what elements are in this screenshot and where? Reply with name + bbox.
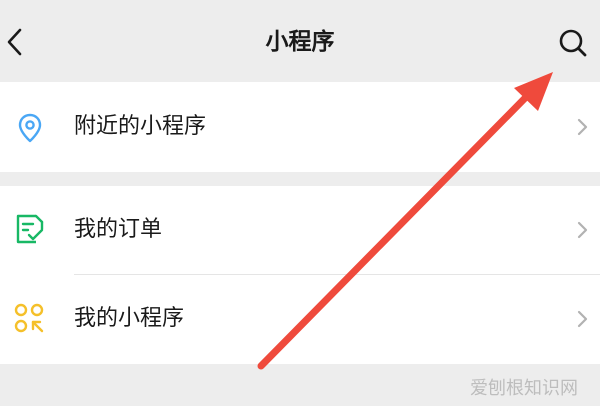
- page-title: 小程序: [265, 29, 335, 55]
- menu-group-personal: 我的订单 我的小程序: [0, 186, 600, 364]
- menu-item-nearby-mini-programs[interactable]: 附近的小程序: [0, 82, 600, 171]
- menu-group-nearby: 附近的小程序: [0, 82, 600, 172]
- navigation-bar: 小程序: [0, 0, 600, 82]
- watermark-text: 爱刨根知识网: [470, 378, 578, 399]
- mini-programs-grid-icon: [12, 301, 48, 337]
- location-pin-icon: [12, 110, 48, 146]
- search-icon: [559, 29, 587, 57]
- menu-item-label: 附近的小程序: [74, 114, 207, 139]
- menu-item-my-mini-programs[interactable]: 我的小程序: [0, 275, 600, 364]
- search-button[interactable]: [552, 22, 594, 64]
- chevron-right-icon: [577, 310, 588, 328]
- menu-item-label: 我的订单: [74, 217, 163, 242]
- menu-item-label: 我的小程序: [74, 306, 185, 331]
- chevron-right-icon: [577, 118, 588, 136]
- chevron-right-icon: [577, 221, 588, 239]
- menu-item-my-orders[interactable]: 我的订单: [0, 186, 600, 275]
- order-checklist-icon: [12, 211, 48, 247]
